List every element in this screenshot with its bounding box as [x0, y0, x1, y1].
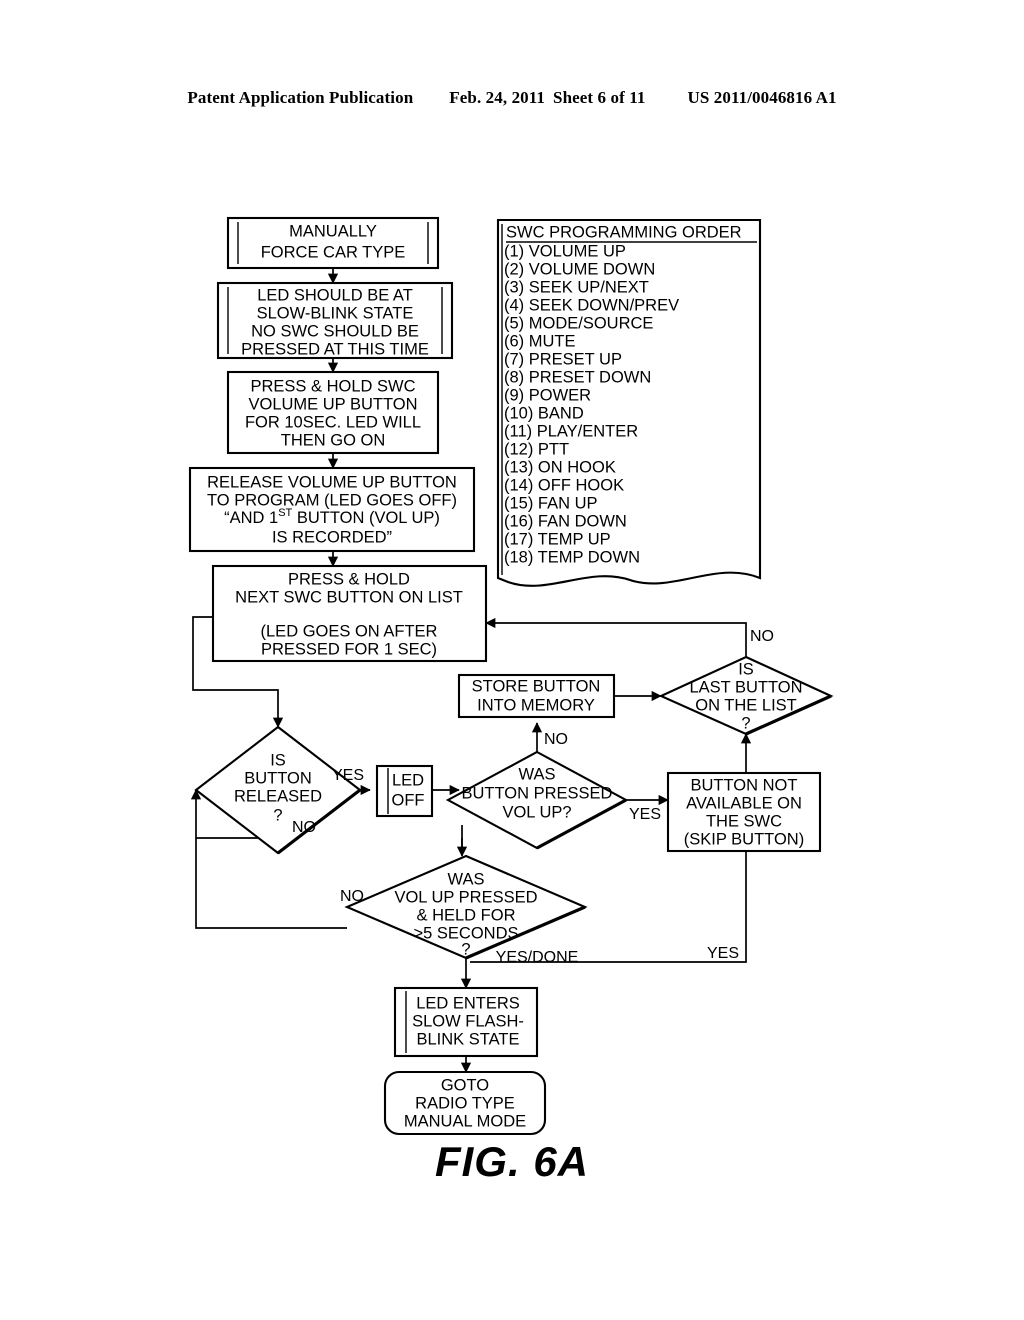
- node-led-slow-blink-state[interactable]: LED SHOULD BE AT SLOW-BLINK STATE NO SWC…: [216, 281, 454, 360]
- flowchart-figure: SWC PROGRAMMING ORDER (1) VOLUME UP (2) …: [188, 216, 834, 1136]
- node-label: SLOW-BLINK STATE: [257, 304, 414, 322]
- swc-list-item: (10) BAND: [504, 404, 584, 422]
- node-label: PRESS & HOLD SWC: [250, 377, 415, 395]
- node-label: RADIO TYPE: [415, 1094, 515, 1112]
- node-label: WAS: [448, 870, 485, 888]
- swc-list-item: (3) SEEK UP/NEXT: [504, 278, 649, 296]
- node-label: LED: [392, 771, 424, 789]
- swc-list-item: (17) TEMP UP: [504, 530, 611, 548]
- edge-label-held-yes-done: YES/DONE: [496, 949, 579, 966]
- node-label: LED SHOULD BE AT: [257, 286, 413, 304]
- node-press-hold-next-swc-button[interactable]: PRESS & HOLD NEXT SWC BUTTON ON LIST (LE…: [211, 564, 488, 663]
- swc-list-title: SWC PROGRAMMING ORDER: [506, 223, 742, 241]
- swc-list-item: (2) VOLUME DOWN: [504, 260, 655, 278]
- node-is-button-released[interactable]: IS BUTTON RELEASED ?: [194, 725, 362, 855]
- node-label-part: “AND 1: [224, 509, 278, 527]
- swc-list-item: (13) ON HOOK: [504, 458, 616, 476]
- node-label: SLOW FLASH-: [412, 1012, 524, 1030]
- node-label: STORE BUTTON: [472, 677, 601, 695]
- node-label: OFF: [392, 791, 425, 809]
- swc-list-item: (16) FAN DOWN: [504, 512, 627, 530]
- node-label: GOTO: [441, 1076, 489, 1094]
- node-label: NEXT SWC BUTTON ON LIST: [235, 588, 463, 606]
- node-label-part: BUTTON (VOL UP): [292, 509, 440, 527]
- node-press-hold-volume-up[interactable]: PRESS & HOLD SWC VOLUME UP BUTTON FOR 10…: [226, 370, 440, 455]
- swc-list-item: (1) VOLUME UP: [504, 242, 626, 260]
- swc-list-item: (12) PTT: [504, 440, 569, 458]
- node-led-off[interactable]: LED OFF: [375, 764, 434, 818]
- node-label: VOLUME UP BUTTON: [248, 395, 417, 413]
- node-label: LAST BUTTON: [689, 678, 802, 696]
- node-label: ?: [273, 806, 282, 824]
- node-label: THE SWC: [706, 812, 782, 830]
- node-label: (SKIP BUTTON): [684, 830, 804, 848]
- node-label: (LED GOES ON AFTER: [261, 622, 438, 640]
- node-label: RELEASE VOLUME UP BUTTON: [207, 473, 457, 491]
- swc-list-item: (6) MUTE: [504, 332, 576, 350]
- node-was-vol-up-held-5-seconds[interactable]: WAS VOL UP PRESSED & HELD FOR >5 SECONDS…: [344, 854, 588, 960]
- node-label: IS: [738, 660, 754, 678]
- node-label: ON THE LIST: [695, 696, 796, 714]
- node-label-superscript: ST: [278, 507, 292, 519]
- node-label: RELEASED: [234, 787, 322, 805]
- node-label: PRESSED FOR 1 SEC): [261, 640, 437, 658]
- node-led-enters-slow-flash-blink[interactable]: LED ENTERS SLOW FLASH- BLINK STATE: [393, 986, 539, 1058]
- edge-label-released-yes: YES: [332, 767, 364, 784]
- edge-label-pressed-no: NO: [544, 731, 568, 748]
- node-label: PRESSED AT THIS TIME: [241, 340, 429, 358]
- node-label: MANUAL MODE: [404, 1112, 526, 1130]
- node-label: “AND 1ST BUTTON (VOL UP): [224, 507, 440, 527]
- edge-label-held-no: NO: [340, 888, 364, 905]
- edge-label-released-no: NO: [292, 819, 316, 836]
- node-was-button-pressed-vol-up[interactable]: WAS BUTTON PRESSED VOL UP?: [445, 750, 629, 850]
- node-label: ?: [461, 940, 470, 958]
- node-label: BUTTON PRESSED: [462, 784, 613, 802]
- node-label: PRESS & HOLD: [288, 570, 410, 588]
- edge-label-last-no: NO: [750, 628, 774, 645]
- swc-list-item: (14) OFF HOOK: [504, 476, 624, 494]
- node-goto-radio-type-manual-mode[interactable]: GOTO RADIO TYPE MANUAL MODE: [383, 1070, 547, 1136]
- node-label: VOL UP?: [502, 803, 571, 821]
- swc-list-item: (7) PRESET UP: [504, 350, 622, 368]
- node-label: IS RECORDED”: [272, 528, 392, 546]
- node-label: VOL UP PRESSED: [394, 888, 537, 906]
- swc-programming-order-note: SWC PROGRAMMING ORDER (1) VOLUME UP (2) …: [496, 218, 762, 587]
- edge-label-skip-yes: YES: [707, 945, 739, 962]
- node-release-volume-up[interactable]: RELEASE VOLUME UP BUTTON TO PROGRAM (LED…: [188, 466, 476, 553]
- node-label: THEN GO ON: [281, 431, 386, 449]
- node-label: AVAILABLE ON: [686, 794, 802, 812]
- node-label: BUTTON: [244, 769, 312, 787]
- node-label: & HELD FOR: [416, 906, 515, 924]
- node-label: NO SWC SHOULD BE: [251, 322, 419, 340]
- node-label: FOR 10SEC. LED WILL: [245, 413, 421, 431]
- node-is-last-button-on-list[interactable]: IS LAST BUTTON ON THE LIST ?: [658, 655, 834, 736]
- swc-list-item: (15) FAN UP: [504, 494, 598, 512]
- edge-label-pressed-yes: YES: [629, 806, 661, 823]
- node-label: INTO MEMORY: [477, 696, 595, 714]
- node-label: TO PROGRAM (LED GOES OFF): [207, 491, 457, 509]
- node-label: WAS: [519, 765, 556, 783]
- node-button-not-available-skip[interactable]: BUTTON NOT AVAILABLE ON THE SWC (SKIP BU…: [666, 771, 822, 853]
- node-label: MANUALLY: [289, 222, 377, 240]
- figure-caption: FIG. 6A: [434, 1138, 590, 1185]
- swc-list-item: (9) POWER: [504, 386, 591, 404]
- node-manually-force-car-type[interactable]: MANUALLY FORCE CAR TYPE: [226, 216, 440, 270]
- swc-list-item: (8) PRESET DOWN: [504, 368, 651, 386]
- swc-list-item: (5) MODE/SOURCE: [504, 314, 653, 332]
- node-label: FORCE CAR TYPE: [261, 243, 406, 261]
- node-label: BLINK STATE: [417, 1030, 520, 1048]
- swc-list-item: (4) SEEK DOWN/PREV: [504, 296, 679, 314]
- swc-list-item: (11) PLAY/ENTER: [504, 422, 638, 440]
- node-label: IS: [270, 751, 286, 769]
- node-label: LED ENTERS: [416, 994, 520, 1012]
- node-store-button-into-memory[interactable]: STORE BUTTON INTO MEMORY: [457, 673, 616, 719]
- node-label: ?: [741, 714, 750, 732]
- node-label: BUTTON NOT: [691, 776, 798, 794]
- swc-list-item: (18) TEMP DOWN: [504, 548, 640, 566]
